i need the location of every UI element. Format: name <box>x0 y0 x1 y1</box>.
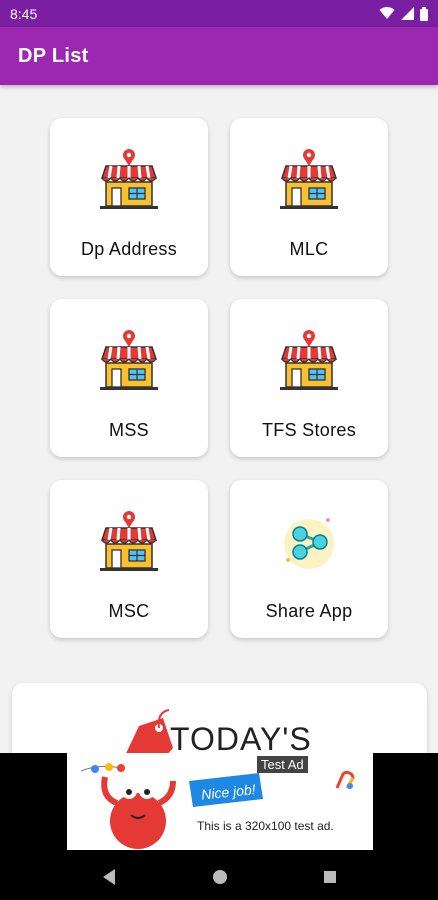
ad-area: Nice job! Test Ad This is a 320x100 test… <box>0 753 438 853</box>
store-icon <box>98 148 160 212</box>
recents-icon[interactable] <box>323 870 337 884</box>
card-mss[interactable]: MSS <box>50 299 208 457</box>
back-icon[interactable] <box>101 868 117 886</box>
test-ad-badge: Test Ad <box>257 756 308 773</box>
status-icons <box>379 6 428 21</box>
store-icon <box>278 329 340 393</box>
battery-icon <box>420 6 428 21</box>
store-icon <box>278 148 340 212</box>
card-msc[interactable]: MSC <box>50 480 208 638</box>
ad-text: This is a 320x100 test ad. <box>197 819 334 833</box>
ad-choices-logo-icon[interactable] <box>333 768 357 792</box>
status-time: 8:45 <box>10 5 38 22</box>
card-label: TFS Stores <box>261 420 357 440</box>
wifi-icon <box>379 7 395 20</box>
store-icon <box>98 510 160 574</box>
status-bar: 8:45 <box>0 0 438 27</box>
ad-banner[interactable]: Nice job! Test Ad This is a 320x100 test… <box>67 753 373 850</box>
store-icon <box>98 329 160 393</box>
content-area[interactable]: Dp Address MLC MSS TFS Stores MSC Share … <box>0 85 438 753</box>
home-icon[interactable] <box>212 869 228 885</box>
card-tfs-stores[interactable]: TFS Stores <box>230 299 388 457</box>
price-tag-icon <box>126 709 173 753</box>
card-label: MLC <box>289 239 329 259</box>
card-label: MSS <box>109 420 149 440</box>
signal-icon <box>401 7 414 20</box>
ad-mascot-icon <box>80 763 176 849</box>
promo-banner[interactable]: TODAY'S <box>12 683 427 753</box>
card-share-app[interactable]: Share App <box>230 480 388 638</box>
share-icon <box>278 510 340 574</box>
card-label: MSC <box>108 601 150 621</box>
app-bar: DP List <box>0 27 438 85</box>
promo-text: TODAY'S <box>170 721 312 753</box>
navigation-bar <box>0 853 438 900</box>
nice-job-flag: Nice job! <box>187 769 265 814</box>
card-mlc[interactable]: MLC <box>230 118 388 276</box>
card-dp-address[interactable]: Dp Address <box>50 118 208 276</box>
card-label: Share App <box>265 601 353 621</box>
card-label: Dp Address <box>80 239 178 259</box>
page-title: DP List <box>18 44 89 67</box>
